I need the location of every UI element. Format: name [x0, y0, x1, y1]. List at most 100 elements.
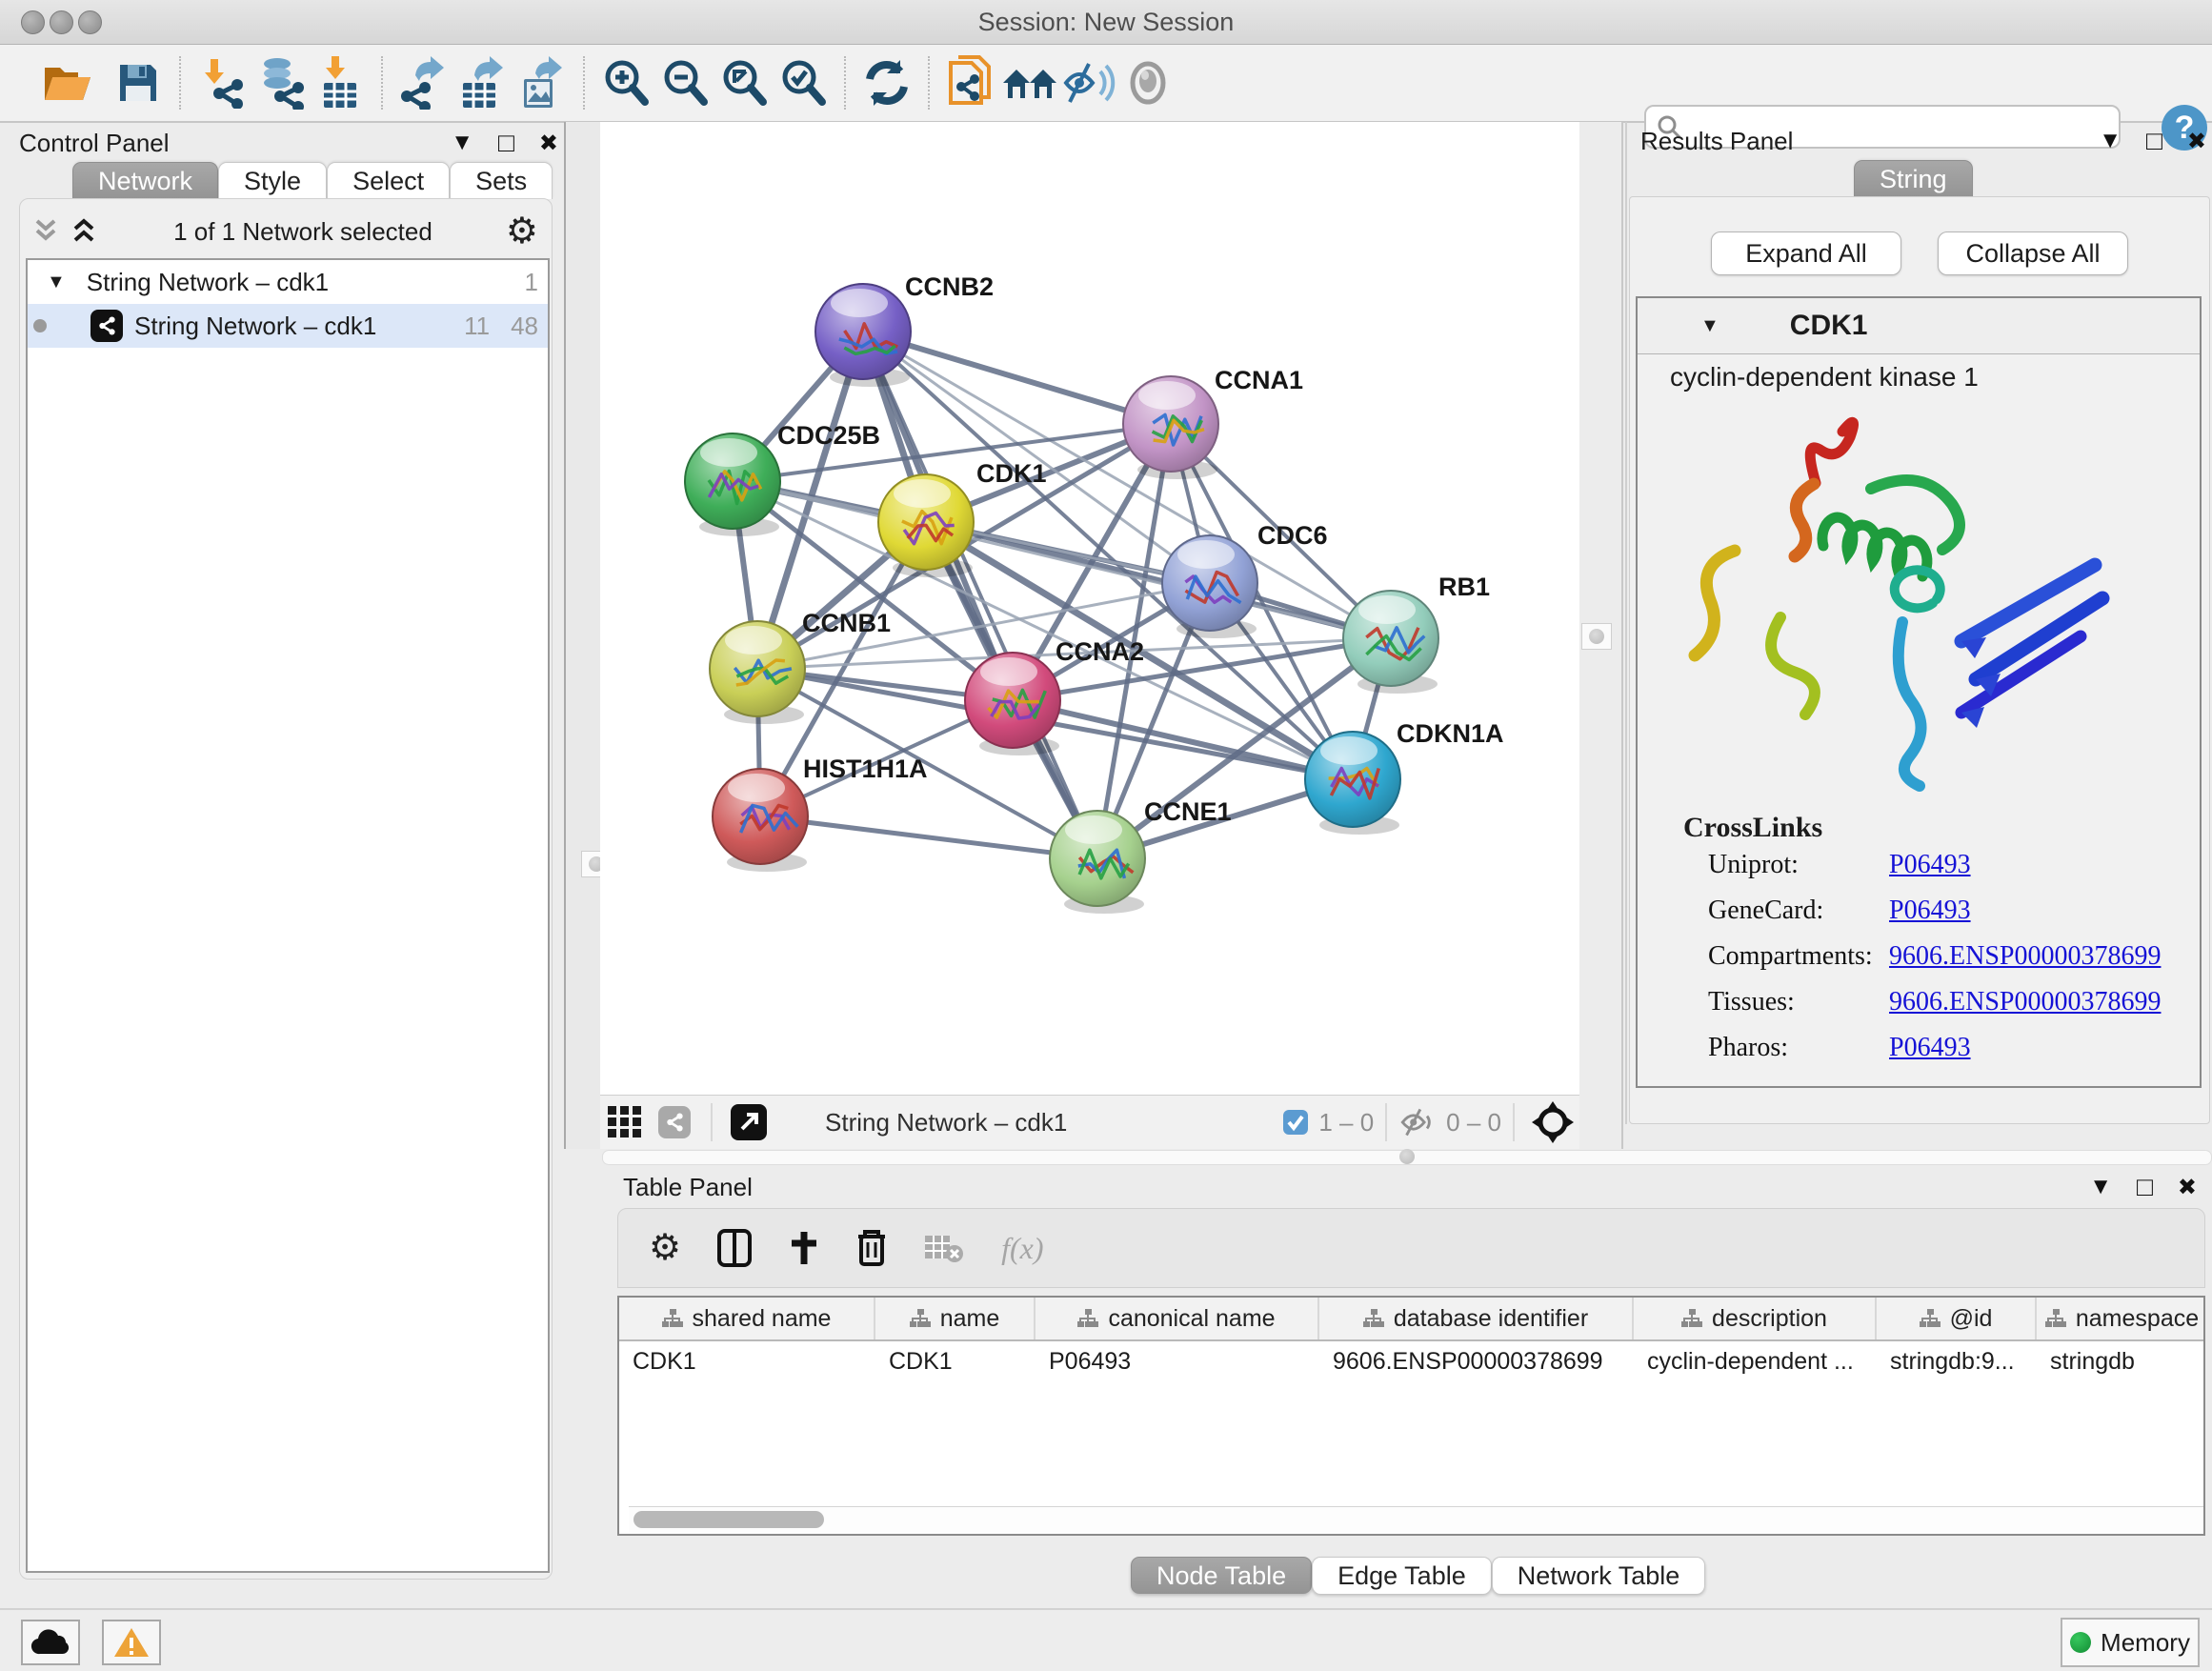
collapse-all-chevrons-icon[interactable]: [68, 217, 100, 246]
zoom-selected-button[interactable]: [774, 53, 833, 112]
right-splitter[interactable]: [1579, 122, 1623, 1149]
add-column-icon[interactable]: [788, 1230, 820, 1266]
cdk1-section-header[interactable]: ▼ CDK1: [1638, 298, 2200, 354]
control-panel-menu-caret-icon[interactable]: ▼: [451, 130, 473, 156]
results-panel-float-icon[interactable]: □: [2146, 126, 2162, 156]
network-node-ccna1[interactable]: [1123, 376, 1218, 479]
table-panel-menu-caret-icon[interactable]: ▼: [2089, 1174, 2112, 1200]
collapse-all-button[interactable]: Collapse All: [1938, 232, 2128, 275]
delete-column-icon[interactable]: [856, 1229, 887, 1267]
column-header-name[interactable]: name: [875, 1298, 1036, 1339]
table-panel-float-icon[interactable]: □: [2137, 1172, 2153, 1202]
column-header-namespace[interactable]: namespace: [2037, 1298, 2205, 1339]
string-import-button[interactable]: [941, 53, 1000, 112]
tab-network-table[interactable]: Network Table: [1492, 1557, 1706, 1594]
results-panel-menu-caret-icon[interactable]: ▼: [2099, 128, 2122, 154]
network-node-cdk1[interactable]: [878, 474, 974, 577]
section-collapse-caret-icon[interactable]: ▼: [1700, 315, 1719, 337]
control-panel-float-icon[interactable]: □: [498, 128, 514, 158]
table-hscrollbar[interactable]: [629, 1506, 2205, 1532]
network-share-button[interactable]: [650, 1093, 699, 1152]
column-header-canonical-name[interactable]: canonical name: [1036, 1298, 1319, 1339]
crosslinks-title: CrossLinks: [1683, 812, 2200, 844]
network-node-cdc6[interactable]: [1162, 535, 1257, 638]
fit-selected-button[interactable]: [1526, 1093, 1579, 1152]
show-eye-button[interactable]: [1118, 53, 1177, 112]
column-header-database-identifier[interactable]: database identifier: [1319, 1298, 1634, 1339]
refresh-view-button[interactable]: [857, 53, 916, 112]
tab-edge-table[interactable]: Edge Table: [1312, 1557, 1492, 1594]
birdseye-view-button[interactable]: [600, 1093, 650, 1152]
show-columns-icon[interactable]: [717, 1229, 752, 1267]
tab-network[interactable]: Network: [72, 162, 218, 199]
horizontal-splitter[interactable]: [602, 1150, 2212, 1165]
zoom-out-button[interactable]: [655, 53, 714, 112]
zoom-in-button[interactable]: [596, 53, 655, 112]
function-builder-button[interactable]: f(x): [1001, 1231, 1043, 1266]
window-minimize-button[interactable]: [50, 10, 73, 34]
crosslink-link[interactable]: P06493: [1889, 850, 1971, 880]
tab-style[interactable]: Style: [218, 162, 327, 199]
expand-all-chevrons-icon[interactable]: [30, 217, 62, 246]
crosslink-link[interactable]: P06493: [1889, 1033, 1971, 1063]
open-session-button[interactable]: [38, 53, 97, 112]
export-table-button[interactable]: [453, 53, 513, 112]
network-node-cdkn1a[interactable]: [1305, 732, 1400, 835]
network-options-gear-icon[interactable]: ⚙: [506, 213, 538, 250]
left-splitter[interactable]: [564, 122, 602, 1149]
table-panel-close-icon[interactable]: ✖: [2178, 1174, 2197, 1201]
table-row[interactable]: CDK1CDK1P064939606.ENSP00000378699cyclin…: [619, 1341, 2203, 1381]
network-node-cdc25b[interactable]: [685, 433, 780, 536]
crosslink-link[interactable]: 9606.ENSP00000378699: [1889, 987, 2161, 1017]
cell-canonical-name[interactable]: P06493: [1036, 1341, 1319, 1381]
network-edge[interactable]: [760, 816, 1097, 858]
network-node-ccne1[interactable]: [1050, 811, 1145, 914]
results-panel-close-icon[interactable]: ✖: [2187, 128, 2206, 155]
column-header-shared-name[interactable]: shared name: [619, 1298, 875, 1339]
network-row[interactable]: String Network – cdk1 11 48: [28, 304, 548, 348]
network-canvas[interactable]: CCNB2CCNA1CDC25BCDK1CDC6RB1CCNB1CCNA2CDK…: [600, 122, 1579, 1095]
import-network-file-button[interactable]: [192, 53, 251, 112]
network-node-hist1h1a[interactable]: [713, 769, 808, 872]
column-header-id[interactable]: @id: [1877, 1298, 2037, 1339]
network-node-rb1[interactable]: [1343, 591, 1438, 694]
control-panel-close-icon[interactable]: ✖: [539, 130, 558, 157]
crosslink-link[interactable]: 9606.ENSP00000378699: [1889, 941, 2161, 972]
right-splitter-handle[interactable]: [1581, 623, 1612, 650]
crosslink-link[interactable]: P06493: [1889, 896, 1971, 926]
export-image-button[interactable]: [513, 53, 572, 112]
table-options-gear-icon[interactable]: ⚙: [649, 1230, 681, 1266]
zoom-fit-button[interactable]: [714, 53, 774, 112]
cloud-status-button[interactable]: [21, 1620, 80, 1665]
network-node-ccnb1[interactable]: [710, 621, 805, 724]
cell-database-identifier[interactable]: 9606.ENSP00000378699: [1319, 1341, 1634, 1381]
tab-select[interactable]: Select: [327, 162, 450, 199]
window-zoom-button[interactable]: [78, 10, 102, 34]
open-in-window-button[interactable]: [724, 1093, 774, 1152]
cell-description[interactable]: cyclin-dependent ...: [1634, 1341, 1877, 1381]
tab-string[interactable]: String: [1854, 160, 1973, 197]
export-network-button[interactable]: [394, 53, 453, 112]
cell-namespace[interactable]: stringdb: [2037, 1341, 2205, 1381]
selected-checkbox-icon[interactable]: [1282, 1109, 1309, 1136]
home-networks-button[interactable]: [1000, 53, 1059, 112]
network-collection-row[interactable]: ▼ String Network – cdk1 1: [28, 260, 548, 304]
cell-shared-name[interactable]: CDK1: [619, 1341, 875, 1381]
column-header-description[interactable]: description: [1634, 1298, 1877, 1339]
hide-panels-button[interactable]: [1059, 53, 1118, 112]
import-network-database-button[interactable]: [251, 53, 311, 112]
table-hscrollbar-thumb[interactable]: [633, 1511, 824, 1528]
save-session-button[interactable]: [109, 53, 168, 112]
cell-id[interactable]: stringdb:9...: [1877, 1341, 2037, 1381]
window-close-button[interactable]: [21, 10, 45, 34]
expand-all-button[interactable]: Expand All: [1711, 232, 1901, 275]
memory-button[interactable]: Memory: [2061, 1618, 2200, 1667]
horizontal-splitter-handle[interactable]: [1399, 1149, 1415, 1164]
tab-sets[interactable]: Sets: [450, 162, 553, 199]
network-node-ccna2[interactable]: [965, 653, 1060, 755]
collection-expand-caret-icon[interactable]: ▼: [47, 272, 66, 293]
warnings-button[interactable]: [102, 1620, 161, 1665]
import-table-button[interactable]: [311, 53, 370, 112]
tab-node-table[interactable]: Node Table: [1131, 1557, 1312, 1594]
cell-name[interactable]: CDK1: [875, 1341, 1036, 1381]
